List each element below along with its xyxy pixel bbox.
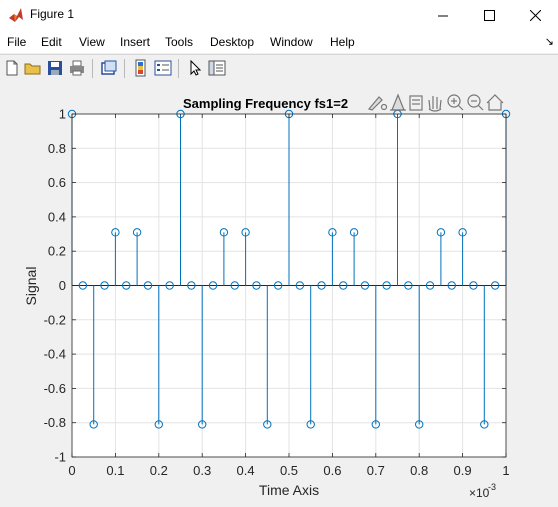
x-exponent-base: ×10 (469, 486, 490, 500)
y-tick-label: -0.2 (44, 312, 66, 327)
x-tick-label: 0.7 (367, 463, 385, 478)
menu-window[interactable]: Window (270, 35, 313, 49)
y-tick-label: 0.6 (48, 175, 66, 190)
figure-canvas: 0 0.1 0.2 0.3 0.4 0.5 0.6 0.7 0.8 0.9 1 -1 -0.8 -0.6 -… (0, 82, 558, 502)
x-tick-label: 0.5 (280, 463, 298, 478)
y-tick-label: -1 (54, 450, 66, 465)
matlab-logo-icon (9, 8, 23, 22)
menu-tools[interactable]: Tools (165, 35, 193, 49)
x-tick-label: 0.1 (106, 463, 124, 478)
minimize-icon (437, 15, 448, 16)
menu-file[interactable]: File (7, 35, 26, 49)
export-icon[interactable] (409, 95, 423, 111)
maximize-icon (483, 9, 495, 21)
close-button[interactable] (512, 0, 558, 30)
window-title: Figure 1 (30, 7, 75, 21)
toolbar-separator (124, 59, 125, 78)
pan-icon[interactable] (428, 96, 442, 112)
menu-view[interactable]: View (79, 35, 105, 49)
legend-icon[interactable] (154, 59, 172, 77)
stem-chart: 0 0.1 0.2 0.3 0.4 0.5 0.6 0.7 0.8 0.9 1 -1 -0.8 -0.6 -… (23, 93, 511, 500)
menu-desktop[interactable]: Desktop (210, 35, 254, 49)
y-tick-label: -0.6 (44, 381, 66, 396)
y-tick-label: 0 (59, 278, 66, 293)
menu-edit[interactable]: Edit (41, 35, 62, 49)
toolbar-separator (178, 59, 179, 78)
property-inspector-icon[interactable] (208, 59, 226, 77)
y-tick-label: 0.4 (48, 209, 66, 224)
x-tick-label: 0.9 (454, 463, 472, 478)
x-tick-label: 0.4 (237, 463, 255, 478)
data-tip-icon[interactable] (390, 93, 406, 111)
link-figure-icon[interactable] (100, 59, 118, 77)
x-tick-label: 0 (68, 463, 75, 478)
figure-toolbar (0, 54, 558, 83)
menu-insert[interactable]: Insert (120, 35, 150, 49)
y-tick-label: 1 (59, 107, 66, 122)
open-file-icon[interactable] (24, 59, 42, 77)
menu-bar: File Edit View Insert Tools Desktop Wind… (0, 30, 558, 53)
home-icon[interactable] (486, 94, 504, 111)
x-tick-label: 0.8 (410, 463, 428, 478)
y-axis-label: Signal (23, 267, 39, 306)
zoom-in-icon[interactable] (447, 94, 464, 111)
dock-arrow-icon[interactable]: ↘ (545, 35, 554, 48)
chart-title: Sampling Frequency fs1=2 (183, 96, 348, 111)
colorbar-icon[interactable] (132, 59, 150, 77)
close-icon (529, 9, 541, 21)
print-icon[interactable] (68, 59, 86, 77)
zoom-out-icon[interactable] (467, 94, 484, 111)
new-figure-icon[interactable] (3, 59, 21, 77)
minimize-button[interactable] (420, 0, 466, 30)
window-titlebar: Figure 1 (0, 0, 558, 30)
x-tick-label: 0.3 (193, 463, 211, 478)
maximize-button[interactable] (466, 0, 512, 30)
y-tick-label: 0.8 (48, 141, 66, 156)
axes-interaction-toolbar (367, 93, 504, 112)
toolbar-separator (92, 59, 93, 78)
x-tick-label: 0.2 (150, 463, 168, 478)
y-tick-label: -0.4 (44, 347, 66, 362)
x-tick-label: 1 (502, 463, 509, 478)
x-exponent-power: -3 (488, 482, 496, 492)
menu-help[interactable]: Help (330, 35, 355, 49)
pointer-icon[interactable] (186, 59, 204, 77)
x-tick-label: 0.6 (323, 463, 341, 478)
y-tick-label: -0.8 (44, 415, 66, 430)
x-axis-label: Time Axis (259, 482, 319, 498)
brush-icon[interactable] (367, 96, 388, 111)
y-tick-label: 0.2 (48, 244, 66, 259)
save-icon[interactable] (46, 59, 64, 77)
